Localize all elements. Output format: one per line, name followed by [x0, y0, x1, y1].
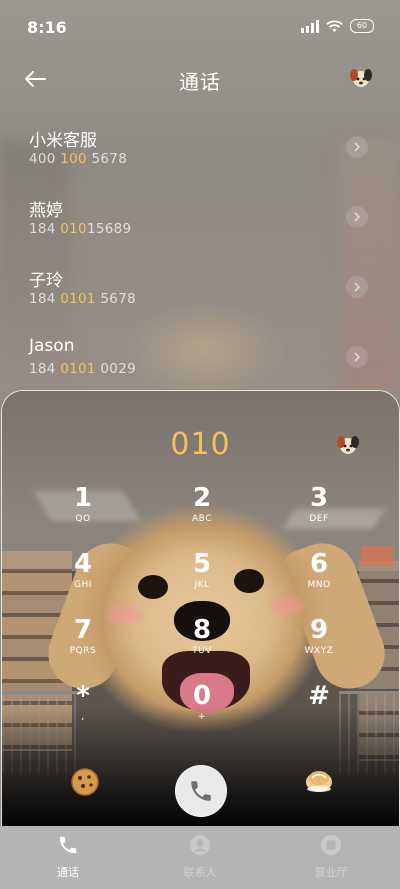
contact-detail-button[interactable] [346, 276, 368, 298]
key-9[interactable]: 9 WXYZ [279, 615, 359, 673]
phone-icon [191, 781, 211, 801]
contact-suggestions: 小米客服 400 100 5678 燕婷 184 01015689 子玲 184 0101… [0, 118, 400, 398]
key-7[interactable]: 7 PQRS [43, 615, 123, 673]
key-digit: # [308, 681, 330, 711]
cookie-icon[interactable] [70, 767, 100, 797]
contact-number: 184 0101 5678 [29, 291, 136, 307]
number-segment: 0029 [95, 361, 136, 377]
puppy-avatar-icon[interactable] [348, 66, 374, 90]
contact-number: 400 100 5678 [29, 151, 127, 167]
key-letters: TUV [192, 646, 212, 656]
key-letters: ABC [192, 514, 212, 524]
page-title: 通话 [179, 70, 221, 94]
key-digit: 1 [73, 483, 93, 513]
phone-icon [59, 836, 77, 854]
key-0[interactable]: 0 + [162, 681, 242, 739]
wifi-icon [326, 19, 343, 32]
contact-detail-button[interactable] [346, 346, 368, 368]
number-segment: 15689 [86, 221, 132, 237]
contact-name: 子玲 [29, 271, 63, 291]
key-letters: MNO [307, 580, 331, 590]
key-digit: 9 [309, 615, 329, 645]
chevron-right-icon [354, 282, 361, 292]
header: 通话 [0, 56, 400, 102]
key-digit: 4 [73, 549, 93, 579]
number-match-highlight: 010 [60, 221, 87, 237]
key-5[interactable]: 5 JKL [162, 549, 242, 607]
key-letters: QO [75, 514, 91, 524]
number-match-highlight: 0101 [60, 291, 96, 307]
signal-icon [301, 19, 319, 33]
nav-label-contacts: 联系人 [183, 866, 217, 879]
contact-name: 燕婷 [29, 201, 63, 221]
bun-icon[interactable] [304, 765, 334, 795]
contact-number: 184 0101 0029 [29, 361, 136, 377]
key-8[interactable]: 8 TUV [162, 615, 242, 673]
bottom-navigation: 通话 联系人 营业厅 [0, 826, 400, 889]
contact-name: Jason [29, 336, 75, 356]
key-letters: GHI [74, 580, 92, 590]
key-digit: 6 [309, 549, 329, 579]
contact-row[interactable]: 子玲 184 0101 5678 [0, 258, 400, 328]
puppy-sticker-icon[interactable] [335, 433, 361, 457]
contact-number: 184 01015689 [29, 221, 131, 237]
key-letters: + [197, 712, 207, 722]
chevron-right-icon [354, 352, 361, 362]
number-segment: 5678 [95, 291, 136, 307]
key-letters: JKL [194, 580, 210, 590]
key-digit: 5 [192, 549, 212, 579]
battery-icon: 60 [350, 19, 374, 33]
key-digit: 3 [309, 483, 329, 513]
contact-row[interactable]: 燕婷 184 01015689 [0, 188, 400, 258]
key-3[interactable]: 3 DEF [279, 483, 359, 541]
number-match-highlight: 0101 [60, 361, 96, 377]
contact-detail-button[interactable] [346, 206, 368, 228]
chevron-right-icon [354, 212, 361, 222]
contact-row[interactable]: 小米客服 400 100 5678 [0, 118, 400, 188]
number-segment: 184 [29, 221, 61, 237]
key-digit: 0 [192, 681, 212, 711]
nav-label-service-hall: 营业厅 [314, 866, 348, 879]
status-bar: 8:16 60 [0, 0, 400, 56]
call-button[interactable] [175, 765, 227, 817]
contact-name: 小米客服 [29, 131, 97, 151]
key-2[interactable]: 2 ABC [162, 483, 242, 541]
key-6[interactable]: 6 MNO [279, 549, 359, 607]
nav-label-calls: 通话 [57, 866, 79, 879]
service-hall-icon [320, 834, 342, 856]
key-digit: 7 [73, 615, 93, 645]
key-hash[interactable]: # [279, 681, 359, 739]
key-star[interactable]: *, [43, 681, 123, 739]
chevron-right-icon [354, 142, 361, 152]
dialer-screen: 8:16 60 通话 小米客服 400 100 5678 燕婷 184 0101… [0, 0, 400, 889]
key-digit: * [76, 681, 90, 711]
contacts-icon [189, 834, 211, 856]
nav-item-service-hall[interactable]: 营业厅 [286, 834, 376, 880]
number-segment: 400 [29, 151, 61, 167]
number-segment: 184 [29, 291, 61, 307]
key-digit: 2 [192, 483, 212, 513]
dialpad-panel: 010 1 QO 2 ABC 3 DEF 4 GHI 5 JKL 6 MNO 7 PQRS 8 TUV 9 WXY… [1, 390, 400, 827]
number-match-highlight: 100 [60, 151, 87, 167]
key-letters: DEF [309, 514, 329, 524]
status-time: 8:16 [27, 18, 67, 37]
nav-item-contacts[interactable]: 联系人 [155, 834, 245, 880]
nav-item-calls[interactable]: 通话 [23, 834, 113, 880]
number-segment: 184 [29, 361, 61, 377]
key-digit: 8 [192, 615, 212, 645]
contact-row[interactable]: Jason 184 0101 0029 [0, 328, 400, 398]
key-4[interactable]: 4 GHI [43, 549, 123, 607]
contact-detail-button[interactable] [346, 136, 368, 158]
battery-level: 60 [356, 21, 368, 30]
key-letters: WXYZ [304, 646, 334, 656]
key-letters: , [81, 712, 85, 722]
key-1[interactable]: 1 QO [43, 483, 123, 541]
key-letters: PQRS [69, 646, 97, 656]
number-segment: 5678 [86, 151, 128, 167]
